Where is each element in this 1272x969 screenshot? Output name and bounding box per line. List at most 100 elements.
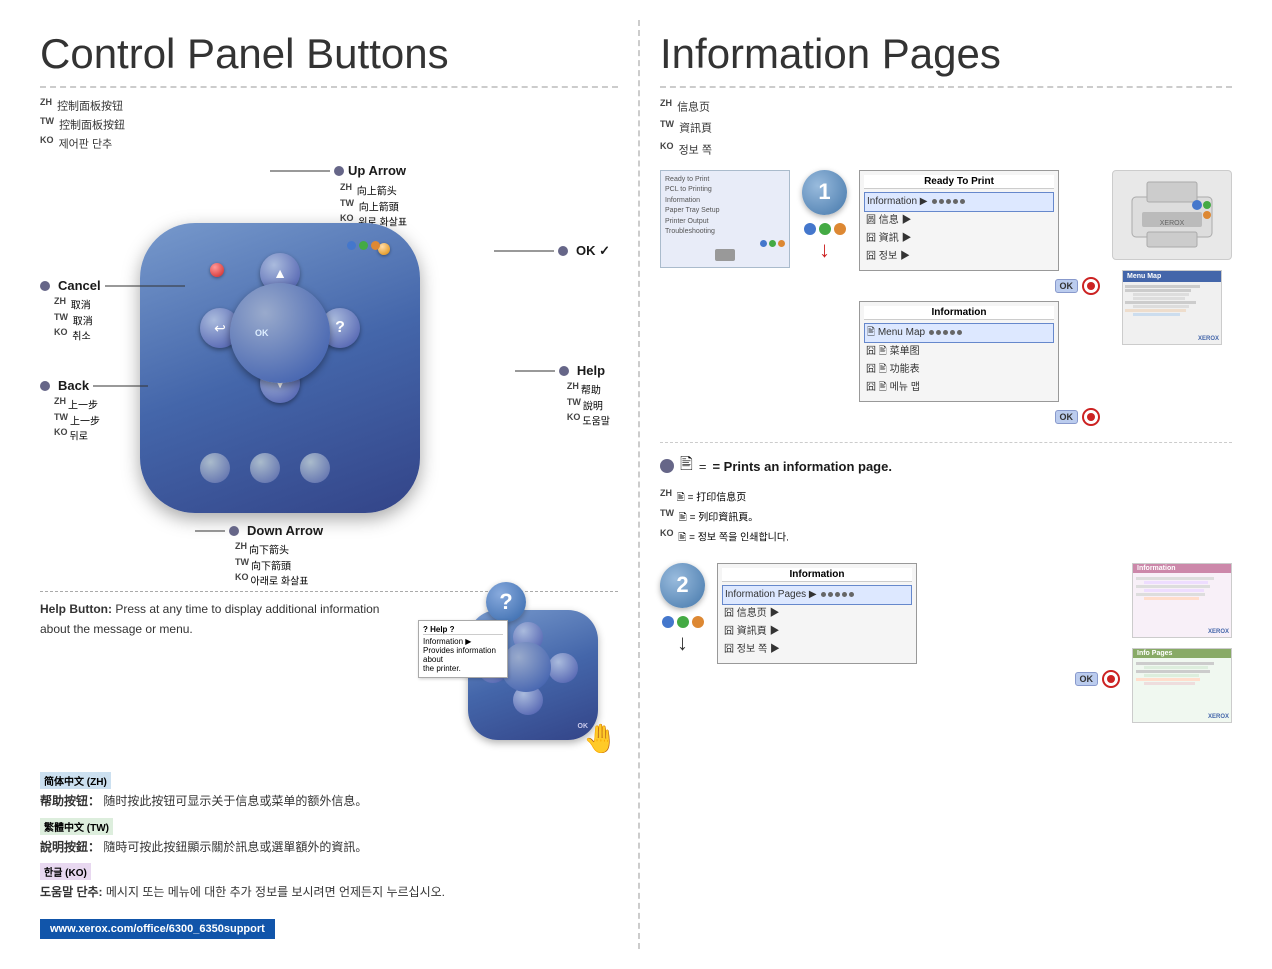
print-info-section: 🖹 = = Prints an information page. ZH 🖹 =… [660,442,1232,547]
nav-dots-top [347,241,380,250]
step2-zh-row: 囧 信息页 ▶ [722,605,912,623]
step1-ok-indicator2: OK [1055,408,1101,426]
step2-badge-col: 2 ↓ [660,563,705,654]
up-arrow-label-group: Up Arrow ZH 向上箭头 TW 向上箭頭 KO 위로 화살표 [270,163,407,228]
step2-ko-row: 囧 정보 쪽 ▶ [722,641,912,659]
cancel-label: Cancel [58,278,101,293]
cancel-label-group: Cancel ZH 取消 TW 取消 KO 취소 [40,278,185,342]
help-button-title: Help Button: [40,602,112,616]
step1-ok-circle2 [1082,408,1100,426]
screen-line-1: ? Help ? [423,625,503,635]
ok-button[interactable] [230,283,330,383]
cancel-tw-l: TW [54,312,68,322]
zh-box-text: 随时按此按钮可显示关于信息或菜单的额外信息。 [103,794,367,808]
mini-btn-center [501,642,551,692]
step1-left: Ready to PrintPCL to PrintingInformation… [660,170,790,268]
cancel-tw-t: 取消 [73,316,93,327]
help-dot [559,366,569,376]
tw-label-header: TW [40,116,54,126]
ok-center-label: OK [255,328,269,338]
step2-ok-inner [1107,675,1115,683]
screen-line-2: Information ▶ [423,637,503,646]
ready-to-print-title: Ready To Print [864,175,1054,189]
ko-box-text: 메시지 또는 메뉴에 대한 추가 정보를 보시려면 언제든지 누르십시오. [106,885,445,899]
zh-menu-row: 囧 🖹 菜单图 [864,343,1054,361]
zh-translation-box: 简体中文 (ZH) 帮助按钮： 随时按此按钮可显示关于信息或菜单的额外信息。 [40,772,618,811]
step2-ok-circle [1102,670,1120,688]
dots-indicator-1 [932,199,965,204]
info-screen-title: Information [864,306,1054,320]
bottom-buttons [200,453,330,483]
step1-screens: Ready To Print Information ▶ 圆 信息 ▶ 囧 資訊… [859,170,1100,426]
step1-device-text: Ready to PrintPCL to PrintingInformation… [665,175,785,238]
help-label-group: Help ZH帮助 TW說明 KO도움말 [515,363,610,427]
bottom-btn-left[interactable] [200,453,230,483]
step1-area: Ready to PrintPCL to PrintingInformation… [660,170,1232,426]
up-arrow-dot [334,166,344,176]
left-panel: Control Panel Buttons ZH 控制面板按钮 TW 控制面板按… [20,20,640,949]
up-tw-t: 向上箭頭 [359,202,399,213]
print-equals-sign: = [699,459,707,474]
up-arrow-label: Up Arrow [348,163,406,178]
website-url: www.xerox.com/office/6300_6350support [50,923,265,935]
print-info-row: 🖹 = = Prints an information page. [660,453,1232,480]
zh-box-title: 帮助按钮： [40,794,100,808]
website-bar: www.xerox.com/office/6300_6350support [40,919,275,939]
right-panel: Information Pages ZH 信息页 TW 資訊頁 KO 정보 쪽 … [640,20,1252,949]
ko-text-header: 제어판 단추 [59,139,113,151]
tw-info-row1: 囧 資訊 ▶ [864,230,1054,248]
ok-label-group: OK ✓ [494,243,610,259]
step2-ok-indicator: OK [1075,670,1121,688]
help-section: Help Button: Press at any time to displa… [40,600,618,760]
ko-box-label: 한글 (KO) [40,863,91,880]
ko-label-header: KO [40,135,54,145]
hand-cursor-icon: 🤚 [583,722,618,755]
printer-images: XEROX Menu Map XEROX [1112,170,1232,345]
zh-info-row1: 圆 信息 ▶ [864,212,1054,230]
help-diagram-area: ? OK ? Help ? Information ▶ Provides inf… [418,600,618,760]
step1-scroll-indicator [715,249,735,261]
print-info-label: = Prints an information page. [712,459,892,474]
bottom-btn-right[interactable] [250,453,280,483]
info-page-image-1: Information XEROX [1132,563,1232,638]
help-label: Help [577,363,605,378]
step2-area: 2 ↓ Information Information Pages ▶ 囧 [660,563,1232,723]
menu-map-image: Menu Map XEROX [1122,270,1222,345]
ok-label: OK ✓ [576,243,610,259]
down-arrow-label: Down Arrow [247,523,323,538]
step2-circle: 2 [660,563,705,608]
print-doc-icon: 🖹 [680,453,693,480]
cancel-dot-label [40,281,50,291]
step1-ok-indicator: OK [1055,277,1101,295]
step2-screens: Information Information Pages ▶ 囧 信息页 ▶ … [717,563,1120,688]
print-info-langs: ZH 🖹 = 打印信息页 TW 🖹 = 列印資訊頁。 KO 🖹 = 정보 쪽을 … [660,486,1232,547]
step1-ok-inner [1087,282,1095,290]
cancel-ko-l: KO [54,327,68,337]
ko-menu-row: 囧 🖹 메뉴 맵 [864,379,1054,397]
tw-translation-box: 繁體中文 (TW) 說明按鈕： 隨時可按此按鈕顯示關於訊息或選單額外的資訊。 [40,818,618,857]
ok-dot [558,246,568,256]
step1-ok-circle [1082,277,1100,295]
help-text-area: Help Button: Press at any time to displa… [40,600,398,760]
step2-nav-dots [662,616,704,628]
step1-screen2: Information 🖹 Menu Map 囧 🖹 菜单图 囧 🖹 功能表 囧… [859,301,1059,402]
step1-screen1: Ready To Print Information ▶ 圆 信息 ▶ 囧 資訊… [859,170,1059,271]
step1-badge-col: 1 ↓ [802,170,847,261]
information-row: Information ▶ [864,192,1054,212]
up-zh-l: ZH [340,182,352,192]
step1-red-arrow: ↓ [819,239,830,261]
printer-image-1: XEROX [1112,170,1232,260]
bottom-btn-far[interactable] [300,453,330,483]
back-label-group: Back ZH上一步 TW上一步 KO뒤로 [40,378,148,442]
screen-line-3: Provides information about [423,646,503,664]
info-header-langs: ZH 信息页 TW 資訊頁 KO 정보 쪽 [660,96,1232,160]
help-screen-overlay: ? Help ? Information ▶ Provides informat… [418,620,508,678]
tw-box-title: 說明按鈕： [40,840,100,854]
step2-down-arrow: ↓ [677,632,688,654]
panel-header: ZH 控制面板按钮 TW 控制面板按鈕 KO 제어판 단추 [40,96,618,153]
dots-indicator-3 [821,592,854,597]
back-dot [40,381,50,391]
zh-label-header: ZH [40,97,52,107]
step1-circle: 1 [802,170,847,215]
step2-tw-row: 囧 資訊頁 ▶ [722,623,912,641]
